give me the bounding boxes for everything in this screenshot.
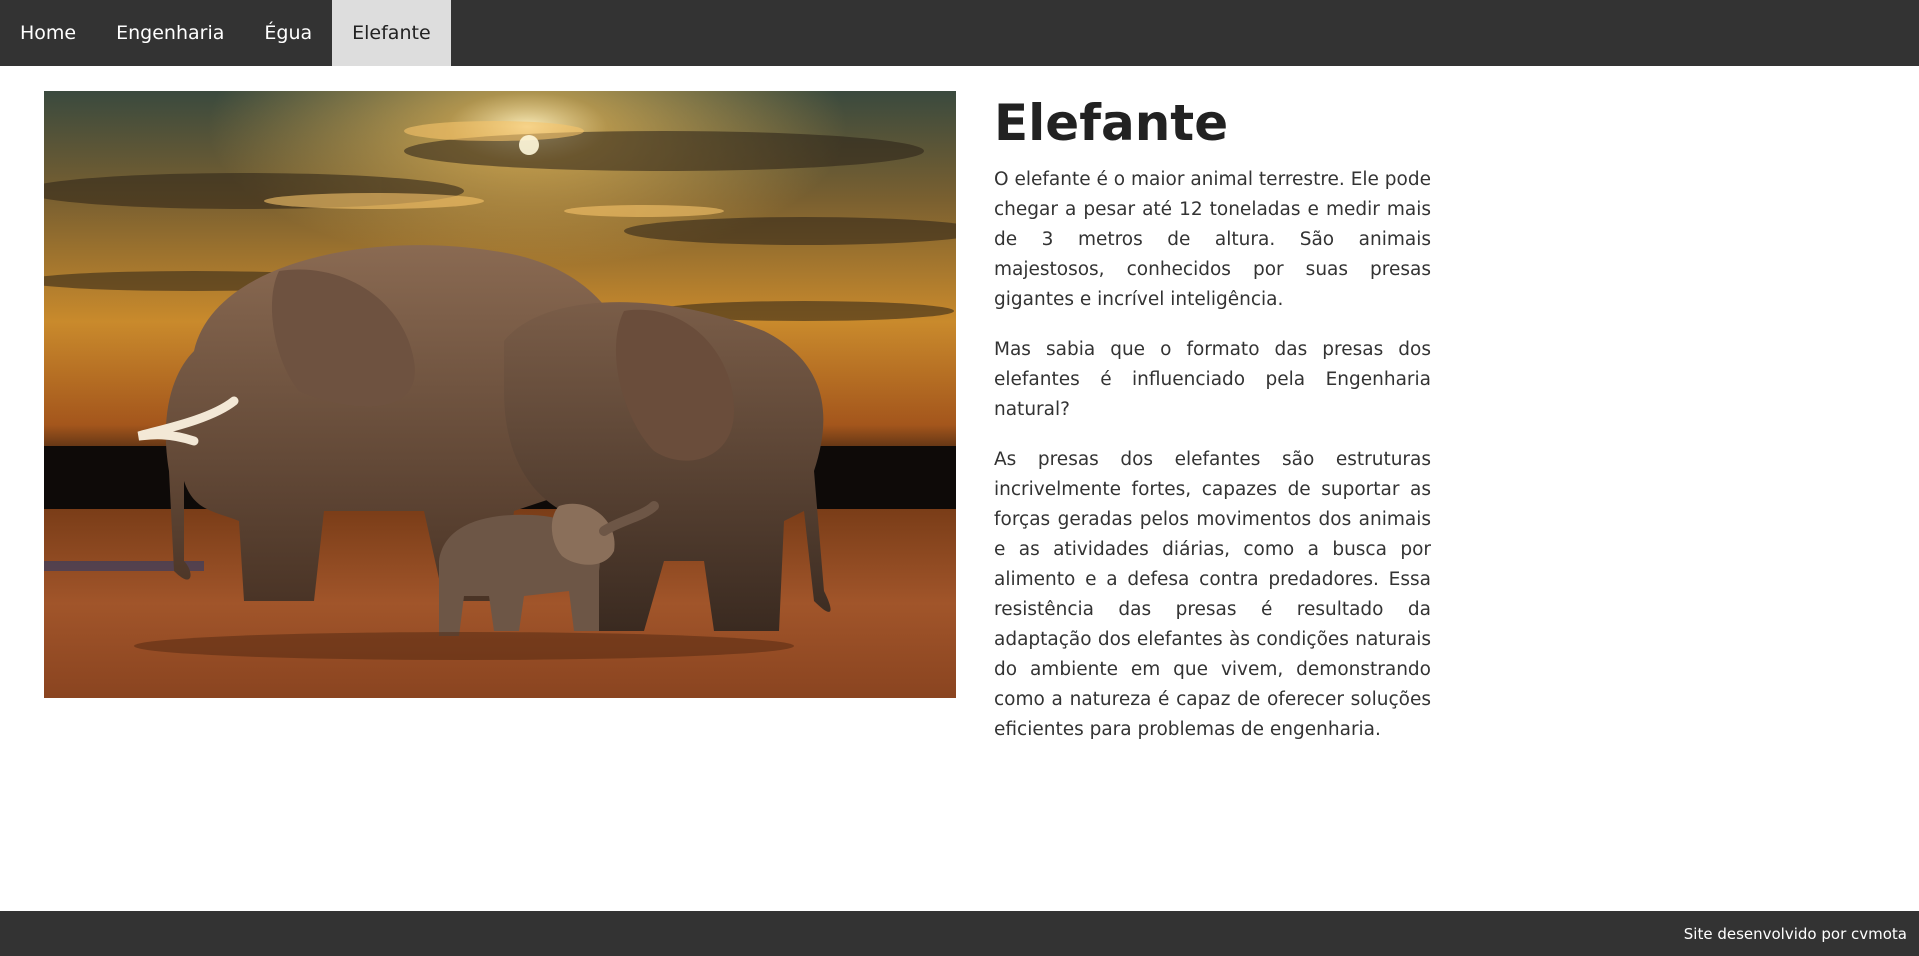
nav-item-egua[interactable]: Égua xyxy=(244,0,332,66)
paragraph-question: Mas sabia que o formato das presas dos e… xyxy=(994,339,1431,420)
article: Elefante O elefante é o maior animal ter… xyxy=(994,91,1431,765)
footer-credit: Site desenvolvido por cvmota xyxy=(1683,924,1907,943)
nav-item-elefante[interactable]: Elefante xyxy=(332,0,451,66)
nav-item-home[interactable]: Home xyxy=(0,0,96,66)
page-title: Elefante xyxy=(994,94,1229,152)
paragraph-detail: As presas dos elefantes são estruturas i… xyxy=(994,449,1431,740)
footer: Site desenvolvido por cvmota xyxy=(0,911,1919,956)
top-navbar: Home Engenharia Égua Elefante xyxy=(0,0,1919,66)
nav-item-engenharia[interactable]: Engenharia xyxy=(96,0,244,66)
elephant-photo xyxy=(44,91,956,698)
paragraph-intro: O elefante é o maior animal terrestre. E… xyxy=(994,169,1431,310)
